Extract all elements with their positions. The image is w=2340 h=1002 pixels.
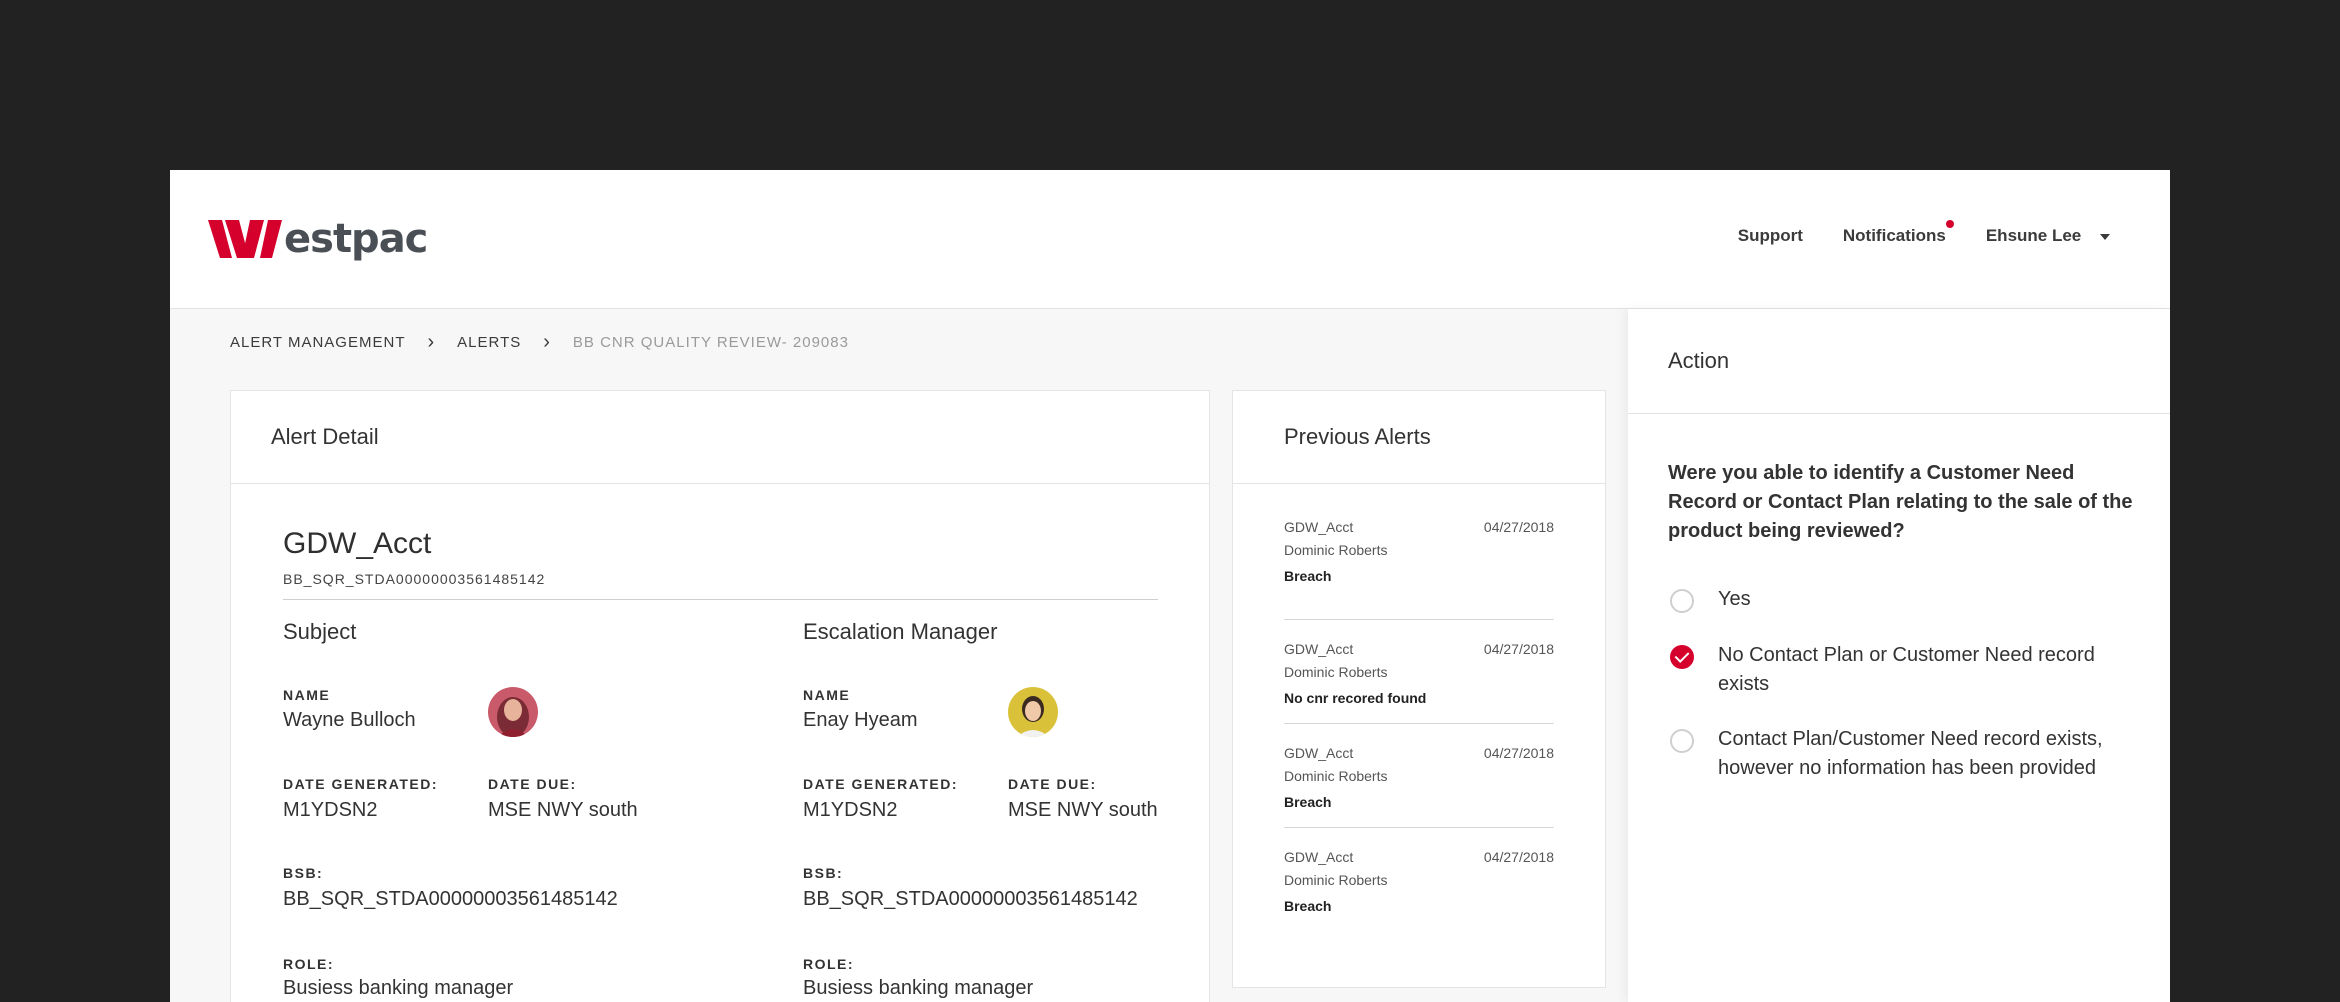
- escalation-bsb-label: BSB:: [803, 865, 844, 881]
- radio-yes[interactable]: [1670, 589, 1694, 613]
- subject-date-generated: M1YDSN2: [283, 799, 378, 821]
- previous-alert-item[interactable]: GDW_Acct Dominic Roberts Breach 04/27/20…: [1284, 516, 1554, 620]
- previous-alert-name: Dominic Roberts: [1284, 768, 1388, 784]
- subject-avatar[interactable]: [488, 687, 538, 737]
- escalation-name: Enay Hyeam: [803, 709, 918, 731]
- previous-alert-date: 04/27/2018: [1483, 641, 1554, 657]
- option-no-contact-plan[interactable]: No Contact Plan or Customer Need record …: [1670, 641, 2128, 699]
- subject-role-label: ROLE:: [283, 956, 335, 972]
- chevron-right-icon: ›: [427, 331, 436, 353]
- option-no-contact-plan-label: No Contact Plan or Customer Need record …: [1718, 644, 2095, 695]
- radio-record-exists[interactable]: [1670, 729, 1694, 753]
- westpac-logo[interactable]: estpac: [208, 216, 428, 262]
- escalation-bsb: BB_SQR_STDA00000003561485142: [803, 888, 1138, 910]
- support-link[interactable]: Support: [1738, 226, 1803, 246]
- previous-alert-item[interactable]: GDW_Acct Dominic Roberts No cnr recored …: [1284, 620, 1554, 724]
- previous-alerts-header: Previous Alerts: [1233, 391, 1605, 484]
- previous-alert-status: Breach: [1284, 898, 1332, 914]
- alert-detail-card: Alert Detail GDW_Acct BB_SQR_STDA0000000…: [230, 390, 1210, 1002]
- top-navigation-bar: estpac Support Notifications Ehsune Lee: [170, 170, 2170, 309]
- previous-alert-name: Dominic Roberts: [1284, 664, 1388, 680]
- account-code: BB_SQR_STDA00000003561485142: [283, 571, 546, 587]
- option-record-exists-label: Contact Plan/Customer Need record exists…: [1718, 728, 2103, 779]
- previous-alert-date: 04/27/2018: [1483, 849, 1554, 865]
- notifications-link[interactable]: Notifications: [1842, 220, 1954, 246]
- previous-alert-status: Breach: [1284, 794, 1332, 810]
- subject-bsb-label: BSB:: [283, 865, 324, 881]
- alert-detail-header: Alert Detail: [231, 391, 1209, 484]
- subject-role: Busiess banking manager: [283, 977, 514, 999]
- radio-checked-icon[interactable]: [1670, 645, 1694, 669]
- user-menu[interactable]: Ehsune Lee: [1986, 226, 2110, 246]
- subject-date-due: MSE NWY south: [488, 799, 638, 821]
- previous-alerts-card: Previous Alerts GDW_Acct Dominic Roberts…: [1232, 390, 1606, 988]
- action-question: Were you able to identify a Customer Nee…: [1668, 462, 2133, 542]
- option-yes-label: Yes: [1718, 588, 1751, 610]
- option-yes[interactable]: Yes: [1670, 585, 2128, 614]
- escalation-name-label: NAME: [803, 687, 851, 703]
- westpac-w-icon: [208, 220, 282, 258]
- action-panel: Action Were you able to identify a Custo…: [1628, 309, 2170, 1002]
- previous-alerts-list: GDW_Acct Dominic Roberts Breach 04/27/20…: [1284, 516, 1554, 931]
- previous-alert-name: Dominic Roberts: [1284, 542, 1388, 558]
- subject-name-label: NAME: [283, 687, 331, 703]
- app-window: estpac Support Notifications Ehsune Lee …: [170, 170, 2170, 1002]
- chevron-down-icon: [2100, 233, 2110, 240]
- previous-alert-item[interactable]: GDW_Acct Dominic Roberts Breach 04/27/20…: [1284, 724, 1554, 828]
- notifications-label: Notifications: [1842, 226, 1946, 245]
- breadcrumb: ALERT MANAGEMENT › ALERTS › BB CNR QUALI…: [230, 331, 849, 353]
- previous-alert-date: 04/27/2018: [1483, 745, 1554, 761]
- escalation-date-due-label: DATE DUE:: [1008, 776, 1097, 792]
- option-record-exists[interactable]: Contact Plan/Customer Need record exists…: [1670, 725, 2128, 783]
- subject-bsb: BB_SQR_STDA00000003561485142: [283, 888, 618, 910]
- escalation-role: Busiess banking manager: [803, 977, 1034, 999]
- previous-alerts-title: Previous Alerts: [1284, 424, 1431, 449]
- previous-alert-status: Breach: [1284, 568, 1332, 584]
- escalation-date-generated: M1YDSN2: [803, 799, 898, 821]
- subject-date-generated-label: DATE GENERATED:: [283, 776, 438, 792]
- subject-section: Subject NAME Wayne Bulloch DATE GENERATE…: [283, 619, 703, 1002]
- action-title: Action: [1668, 348, 1730, 373]
- previous-alert-date: 04/27/2018: [1483, 519, 1554, 535]
- escalation-avatar[interactable]: [1008, 687, 1058, 737]
- previous-alert-item[interactable]: GDW_Acct Dominic Roberts Breach 04/27/20…: [1284, 828, 1554, 931]
- account-name: GDW_Acct: [283, 527, 432, 560]
- chevron-right-icon: ›: [543, 331, 551, 353]
- breadcrumb-current: BB CNR QUALITY REVIEW- 209083: [572, 334, 849, 351]
- subject-heading: Subject: [283, 619, 357, 644]
- subject-name: Wayne Bulloch: [283, 709, 416, 731]
- user-name: Ehsune Lee: [1985, 226, 2082, 245]
- escalation-manager-section: Escalation Manager NAME Enay Hyeam DATE …: [803, 619, 1183, 1002]
- alert-detail-title: Alert Detail: [271, 424, 379, 449]
- divider: [283, 599, 1158, 600]
- action-header: Action: [1628, 309, 2170, 414]
- header-nav: Support Notifications Ehsune Lee: [1698, 220, 2110, 246]
- escalation-heading: Escalation Manager: [803, 619, 998, 644]
- subject-date-due-label: DATE DUE:: [488, 776, 577, 792]
- previous-alert-name: Dominic Roberts: [1284, 872, 1388, 888]
- previous-alert-status: No cnr recored found: [1284, 690, 1427, 706]
- escalation-date-generated-label: DATE GENERATED:: [803, 776, 958, 792]
- brand-wordmark: estpac: [284, 216, 428, 262]
- escalation-role-label: ROLE:: [803, 956, 855, 972]
- breadcrumb-alert-management[interactable]: ALERT MANAGEMENT: [230, 334, 405, 351]
- breadcrumb-alerts[interactable]: ALERTS: [457, 334, 521, 351]
- notification-dot-icon: [1945, 220, 1954, 228]
- escalation-date-due: MSE NWY south: [1008, 799, 1158, 821]
